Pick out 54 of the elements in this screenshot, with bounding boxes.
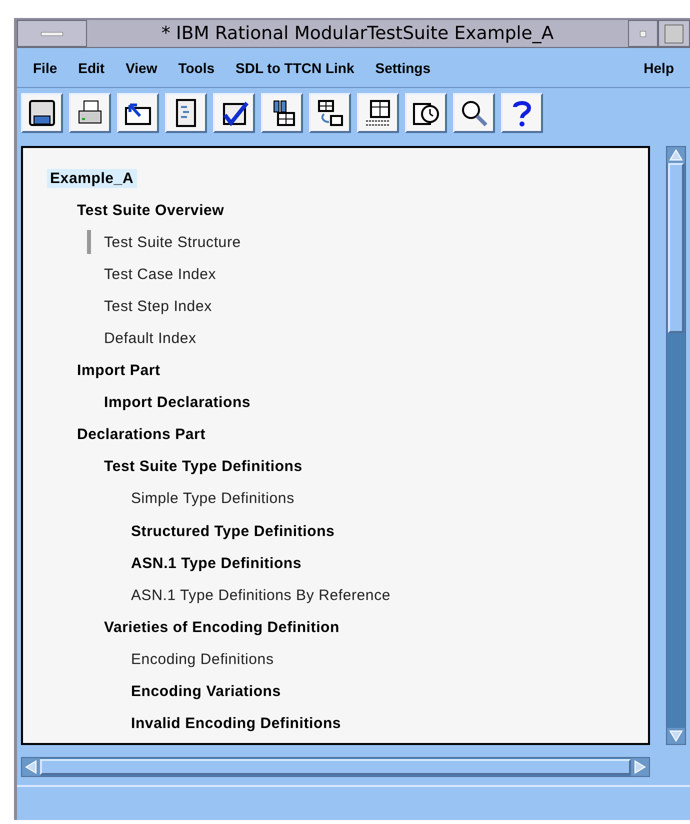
toolbar-button[interactable]: [261, 93, 303, 133]
tree-item[interactable]: ASN.1 Type Definitions: [128, 554, 305, 573]
tree-item[interactable]: Declarations Part: [74, 425, 208, 444]
horizontal-scrollbar[interactable]: [21, 757, 650, 777]
tree-item[interactable]: Test Suite Type Definitions: [101, 457, 306, 476]
tree-item[interactable]: Simple Type Definitions: [128, 489, 298, 508]
search-icon: [459, 98, 489, 128]
tree-item[interactable]: Test Case Index: [101, 264, 220, 284]
scroll-up-icon: [669, 149, 683, 161]
menu-item[interactable]: View: [126, 60, 158, 76]
tree-item[interactable]: Test Suite Overview: [74, 200, 228, 220]
maximize-icon: [664, 24, 684, 44]
maximize-button[interactable]: [658, 20, 690, 47]
menu-item[interactable]: SDL to TTCN Link: [236, 60, 354, 76]
toolbar-button[interactable]: [357, 93, 399, 133]
tree-item[interactable]: Test Suite Structure: [101, 232, 244, 252]
minimize-button[interactable]: [628, 20, 658, 47]
tree-item[interactable]: Example_A: [47, 168, 137, 188]
menu-item[interactable]: Settings: [375, 60, 430, 76]
table-binary-icon: [363, 98, 393, 128]
menu-item[interactable]: Help: [644, 60, 674, 76]
tree-item[interactable]: Invalid Encoding Definitions: [128, 714, 344, 734]
scroll-down-icon: [669, 730, 683, 742]
menu-item[interactable]: Edit: [78, 60, 105, 76]
scroll-thumb[interactable]: [668, 163, 684, 333]
toolbar-button[interactable]: [453, 93, 495, 133]
tree-item[interactable]: Varieties of Encoding Definition: [101, 618, 342, 637]
menu-item[interactable]: File: [33, 60, 58, 76]
tree-item[interactable]: Default Index: [101, 329, 200, 348]
window-menu-button[interactable]: [17, 20, 87, 47]
vertical-scrollbar[interactable]: [666, 146, 686, 745]
toolbar-button[interactable]: [213, 93, 255, 133]
minus-icon: [41, 32, 63, 36]
toolbar-button[interactable]: [21, 93, 63, 133]
tree-item[interactable]: Structured Type Definitions: [128, 522, 338, 541]
tree-item[interactable]: Import Part: [74, 361, 164, 380]
tree-item[interactable]: ASN.1 Type Definitions By Reference: [128, 586, 394, 605]
toolbar-button[interactable]: [501, 93, 543, 133]
scroll-left-icon: [25, 760, 37, 774]
scroll-thumb[interactable]: [40, 759, 631, 775]
toolbar-button[interactable]: [165, 93, 207, 133]
table-convert-icon: [315, 98, 345, 128]
toolbar-button[interactable]: [405, 93, 447, 133]
tree-item[interactable]: Encoding Definitions: [128, 650, 277, 669]
menu-item[interactable]: Tools: [178, 60, 215, 76]
tree-item[interactable]: Test Step Index: [101, 296, 215, 316]
window-title: * IBM Rational ModularTestSuite Example_A: [160, 22, 555, 46]
tree-item[interactable]: Import Declarations: [101, 393, 254, 412]
scroll-right-icon: [634, 760, 646, 774]
toolbar-button[interactable]: [117, 93, 159, 133]
toolbar-button[interactable]: [309, 93, 351, 133]
toolbar-button[interactable]: [69, 93, 111, 133]
tree-item[interactable]: Encoding Variations: [128, 682, 284, 702]
minimize-icon: [640, 30, 646, 36]
